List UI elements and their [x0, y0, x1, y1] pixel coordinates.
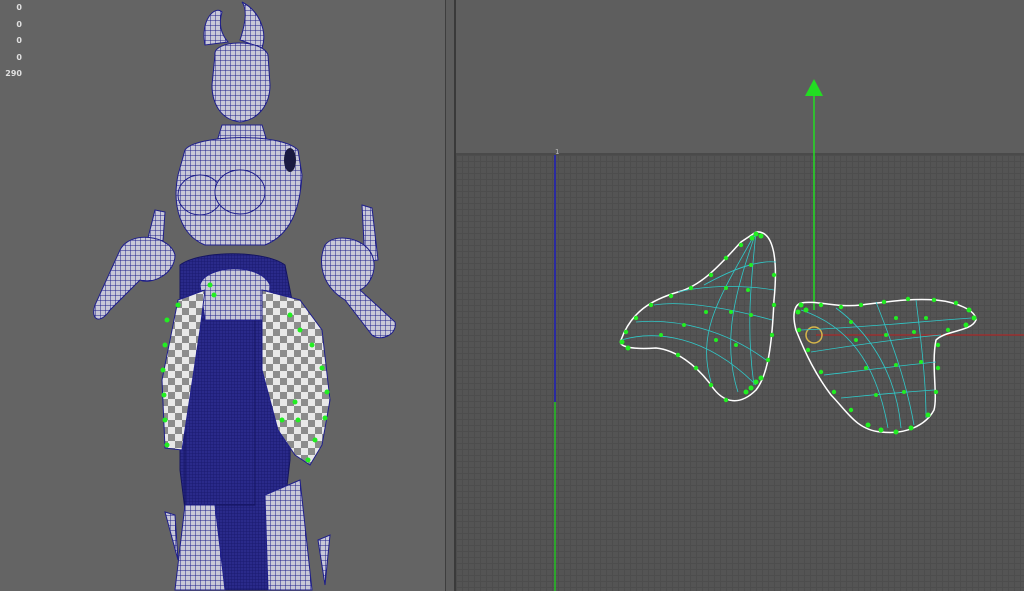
uv-editor-panel[interactable]: 1 [456, 0, 1024, 591]
head-mesh [211, 42, 271, 123]
right-arm-mesh [321, 204, 396, 339]
perspective-viewport[interactable]: 0 0 0 0 290 [0, 0, 445, 591]
uv-overlay[interactable] [456, 0, 1024, 591]
uv-shell-right[interactable] [793, 296, 977, 435]
left-arm-mesh [93, 209, 176, 320]
uv-shell-left[interactable] [619, 231, 777, 403]
move-manipulator-arrow-icon[interactable] [805, 79, 823, 310]
horns-mesh [203, 1, 265, 49]
character-model[interactable] [0, 0, 445, 591]
panel-splitter[interactable] [445, 0, 456, 591]
